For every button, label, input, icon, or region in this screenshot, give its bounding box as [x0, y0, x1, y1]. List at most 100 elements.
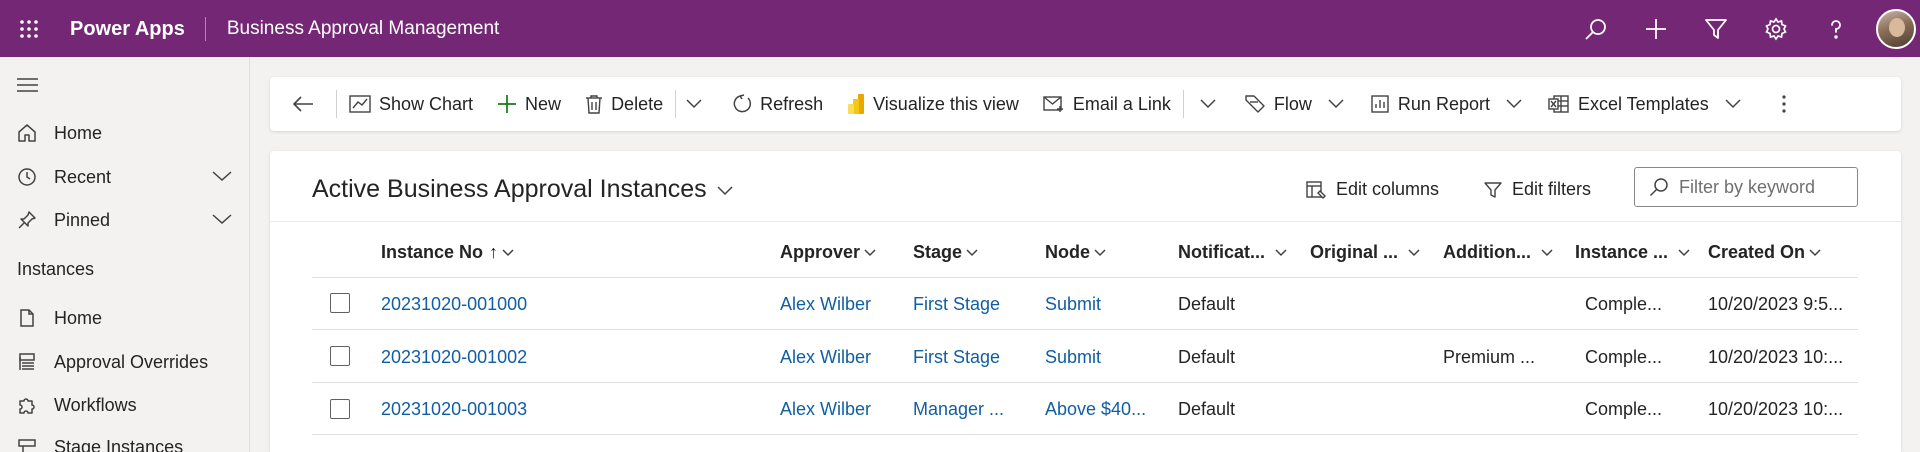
- sidebar-item-workflows[interactable]: Workflows: [0, 385, 250, 425]
- node-link[interactable]: Submit: [1045, 294, 1101, 315]
- instance-no-link[interactable]: 20231020-001002: [381, 347, 527, 368]
- sidebar-item-home[interactable]: Home: [0, 113, 250, 153]
- plus-icon[interactable]: [1626, 0, 1686, 57]
- column-header-label: Notificat...: [1178, 242, 1266, 262]
- column-header-approver[interactable]: Approver: [780, 242, 876, 263]
- more-commands-button[interactable]: [1763, 77, 1805, 131]
- stage-link[interactable]: First Stage: [913, 294, 1000, 315]
- run-report-button[interactable]: Run Report: [1358, 77, 1496, 131]
- column-header-instance-status[interactable]: Instance ...: [1575, 242, 1690, 263]
- column-header-label: Approver: [780, 242, 861, 262]
- new-button[interactable]: New: [485, 77, 573, 131]
- column-header-label: Original ...: [1310, 242, 1399, 262]
- column-header-label: Instance ...: [1575, 242, 1669, 262]
- created-on-cell: 10/20/2023 10:...: [1708, 399, 1844, 419]
- delete-button[interactable]: Delete: [573, 77, 675, 131]
- show-chart-button[interactable]: Show Chart: [337, 77, 485, 131]
- sidebar-item-label: Recent: [54, 166, 112, 187]
- power-bi-icon: [847, 93, 873, 115]
- created-on-cell: 10/20/2023 9:5...: [1708, 294, 1844, 314]
- back-arrow-icon: [292, 95, 322, 113]
- visualize-button[interactable]: Visualize this view: [835, 77, 1031, 131]
- approver-link[interactable]: Alex Wilber: [780, 399, 871, 420]
- column-header-stage[interactable]: Stage: [913, 242, 978, 263]
- filter-placeholder: Filter by keyword: [1679, 176, 1816, 197]
- stage-link[interactable]: Manager ...: [913, 399, 1004, 420]
- column-header-additional[interactable]: Addition...: [1443, 242, 1553, 263]
- puzzle-icon: [0, 395, 54, 415]
- sidebar-item-pinned[interactable]: Pinned: [0, 200, 250, 240]
- instance-no-link[interactable]: 20231020-001003: [381, 399, 527, 420]
- visualize-label: Visualize this view: [873, 93, 1019, 114]
- help-icon[interactable]: [1806, 0, 1866, 57]
- node-link[interactable]: Above $40...: [1045, 399, 1146, 420]
- edit-columns-button[interactable]: Edit columns: [1306, 179, 1439, 200]
- flow-icon: [1244, 94, 1274, 114]
- excel-templates-button[interactable]: Excel Templates: [1536, 77, 1715, 131]
- more-email-options[interactable]: [1184, 77, 1232, 131]
- chevron-down-icon: [707, 183, 733, 196]
- column-header-original[interactable]: Original ...: [1310, 242, 1420, 263]
- row-checkbox[interactable]: [330, 346, 350, 366]
- app-title[interactable]: Business Approval Management: [206, 18, 500, 40]
- back-button[interactable]: [270, 77, 336, 131]
- filter-by-keyword-input[interactable]: Filter by keyword: [1634, 167, 1858, 207]
- instance-no-link[interactable]: 20231020-001000: [381, 294, 527, 315]
- more-vertical-icon: [1781, 94, 1787, 114]
- app-launcher-icon[interactable]: [0, 0, 58, 57]
- run-report-dropdown[interactable]: [1496, 77, 1536, 131]
- more-delete-options[interactable]: [676, 77, 712, 131]
- sidebar-item-stage-instances[interactable]: Stage Instances: [0, 427, 250, 452]
- chevron-down-icon[interactable]: [212, 169, 232, 183]
- sidebar-item-approval-overrides[interactable]: Approval Overrides: [0, 342, 250, 382]
- sidebar-item-label: Home: [54, 122, 103, 143]
- chevron-down-icon: [1408, 248, 1420, 256]
- divider: [312, 329, 1858, 330]
- gear-icon[interactable]: [1746, 0, 1806, 57]
- column-header-notification[interactable]: Notificat...: [1178, 242, 1287, 263]
- new-label: New: [525, 93, 562, 114]
- row-checkbox[interactable]: [330, 399, 350, 419]
- view-title: Active Business Approval Instances: [312, 175, 707, 203]
- command-bar: Show Chart New Delete Refresh Visualize …: [270, 77, 1901, 131]
- chevron-down-icon: [1678, 248, 1690, 256]
- chevron-down-icon: [686, 99, 702, 109]
- approver-link[interactable]: Alex Wilber: [780, 347, 871, 368]
- search-icon[interactable]: [1566, 0, 1626, 57]
- flow-button[interactable]: Flow: [1232, 77, 1318, 131]
- chevron-down-icon[interactable]: [212, 212, 232, 226]
- view-selector[interactable]: Active Business Approval Instances: [312, 175, 733, 204]
- edit-filters-button[interactable]: Edit filters: [1484, 179, 1591, 200]
- app-name[interactable]: Power Apps: [58, 16, 206, 41]
- flow-dropdown[interactable]: [1318, 77, 1358, 131]
- search-icon: [1649, 177, 1669, 197]
- chevron-down-icon: [1275, 248, 1287, 256]
- node-link[interactable]: Submit: [1045, 347, 1101, 368]
- column-header-label: Addition...: [1443, 242, 1531, 262]
- column-header-created-on[interactable]: Created On: [1708, 242, 1821, 263]
- excel-icon: [1548, 94, 1578, 114]
- column-header-label: Node: [1045, 242, 1090, 262]
- approver-link[interactable]: Alex Wilber: [780, 294, 871, 315]
- notification-cell: Default: [1178, 399, 1236, 419]
- row-checkbox[interactable]: [330, 293, 350, 313]
- filter-icon[interactable]: [1686, 0, 1746, 57]
- sidebar-item-instances-home[interactable]: Home: [0, 298, 250, 338]
- avatar[interactable]: [1876, 8, 1916, 49]
- divider: [312, 434, 1858, 435]
- hamburger-icon[interactable]: [17, 77, 38, 93]
- divider: [312, 277, 1858, 278]
- email-link-button[interactable]: Email a Link: [1031, 77, 1183, 131]
- excel-templates-dropdown[interactable]: [1715, 77, 1763, 131]
- sidebar-item-label: Stage Instances: [54, 436, 184, 452]
- run-report-label: Run Report: [1397, 93, 1490, 114]
- clock-icon: [0, 167, 54, 187]
- stage-link[interactable]: First Stage: [913, 347, 1000, 368]
- column-header-node[interactable]: Node: [1045, 242, 1106, 263]
- sidebar-item-recent[interactable]: Recent: [0, 157, 250, 197]
- refresh-button[interactable]: Refresh: [712, 77, 835, 131]
- filter-icon: [1484, 181, 1512, 199]
- column-header-instance-no[interactable]: Instance No ↑: [381, 242, 514, 263]
- report-icon: [1370, 94, 1398, 114]
- sidebar: Home Recent Pinned Instances Home Approv…: [0, 57, 250, 452]
